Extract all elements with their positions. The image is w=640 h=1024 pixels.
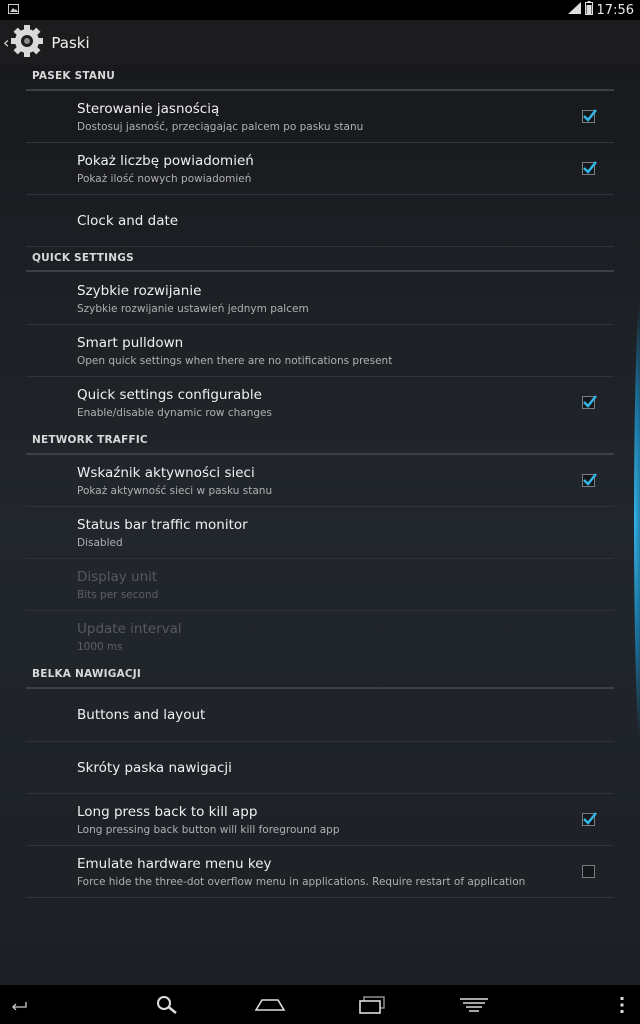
checkbox-checked[interactable] [582,161,597,175]
pref-summary: Open quick settings when there are no no… [77,355,393,367]
pref-notification-count[interactable]: Pokaż liczbę powiadomień Pokaż ilość now… [26,143,614,195]
navigation-bar [0,985,640,1024]
pref-brightness-control[interactable]: Sterowanie jasnością Dostosuj jasność, p… [26,91,614,143]
checkbox-checked[interactable] [582,109,597,123]
overflow-icon[interactable] [612,985,632,1024]
pref-summary: Force hide the three-dot overflow menu i… [77,876,526,888]
image-notification-icon [8,3,19,18]
page-title: Paski [51,33,90,52]
signal-icon [567,2,581,18]
recents-icon[interactable] [354,985,390,1024]
pref-title: Clock and date [77,213,179,229]
settings-gear-icon[interactable] [9,23,45,63]
pref-nav-shortcuts[interactable]: Skróty paska nawigacji [26,742,614,794]
pref-summary: Bits per second [77,589,159,601]
pref-title: Buttons and layout [77,707,206,723]
home-icon[interactable] [252,985,288,1024]
search-icon[interactable] [152,985,182,1024]
pref-quick-pulldown[interactable]: Szybkie rozwijanie Szybkie rozwijanie us… [26,272,614,325]
pref-summary: Enable/disable dynamic row changes [77,407,272,419]
pref-traffic-monitor[interactable]: Status bar traffic monitor Disabled [26,507,614,559]
pref-summary: Disabled [77,537,123,549]
section-header-quick-settings: QUICK SETTINGS [26,252,614,272]
pref-quick-settings-configurable[interactable]: Quick settings configurable Enable/disab… [26,377,614,429]
pref-emulate-menu-key[interactable]: Emulate hardware menu key Force hide the… [26,846,614,898]
overscroll-glow [634,295,640,745]
pref-display-unit: Display unit Bits per second [26,559,614,611]
checkbox-checked[interactable] [582,395,597,409]
pref-title: Long press back to kill app [77,804,258,820]
pref-title: Emulate hardware menu key [77,856,272,872]
pref-title: Quick settings configurable [77,387,262,403]
pref-summary: 1000 ms [77,641,123,653]
pref-summary: Pokaż ilość nowych powiadomień [77,173,252,185]
pref-clock-and-date[interactable]: Clock and date [26,195,614,247]
checkbox-unchecked[interactable] [582,865,595,878]
back-icon[interactable] [6,985,32,1024]
pref-title: Update interval [77,621,182,637]
pref-title: Smart pulldown [77,335,184,351]
clock: 17:56 [596,2,634,18]
pref-smart-pulldown[interactable]: Smart pulldown Open quick settings when … [26,325,614,377]
action-bar: ‹ Paski [0,20,640,65]
pref-long-press-kill[interactable]: Long press back to kill app Long pressin… [26,794,614,846]
status-bar: 17:56 [0,0,640,20]
section-header-status-bar: PASEK STANU [26,70,614,91]
pref-buttons-and-layout[interactable]: Buttons and layout [26,689,614,742]
pref-summary: Pokaż aktywność sieci w pasku stanu [77,485,273,497]
pref-title: Skróty paska nawigacji [77,760,232,776]
pref-title: Status bar traffic monitor [77,517,248,533]
pref-update-interval: Update interval 1000 ms [26,611,614,663]
pref-title: Sterowanie jasnością [77,101,220,117]
section-header-network-traffic: NETWORK TRAFFIC [26,434,614,455]
pref-title: Szybkie rozwijanie [77,283,202,299]
pref-title: Wskaźnik aktywności sieci [77,465,255,481]
battery-icon [584,1,593,19]
section-header-navigation-bar: BELKA NAWIGACJI [26,668,614,689]
settings-list: PASEK STANU Sterowanie jasnością Dostosu… [0,65,640,985]
pref-network-activity[interactable]: Wskaźnik aktywności sieci Pokaż aktywnoś… [26,455,614,507]
pref-summary: Dostosuj jasność, przeciągając palcem po… [77,121,364,133]
pref-summary: Long pressing back button will kill fore… [77,824,340,836]
checkbox-checked[interactable] [582,473,597,487]
pref-title: Pokaż liczbę powiadomień [77,153,254,169]
pref-summary: Szybkie rozwijanie ustawień jednym palce… [77,303,309,315]
pref-title: Display unit [77,569,158,585]
menu-icon[interactable] [456,985,492,1024]
checkbox-checked[interactable] [582,812,597,826]
